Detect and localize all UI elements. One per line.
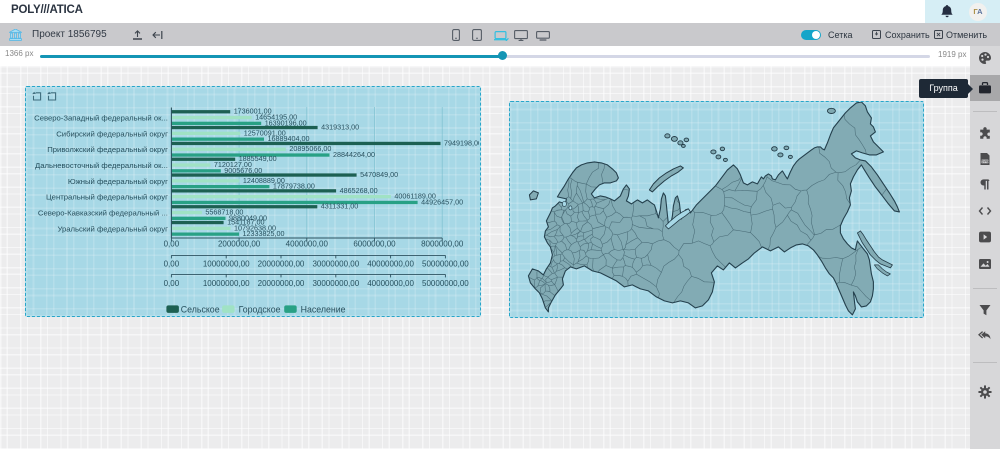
svg-text:10000000,00: 10000000,00 bbox=[203, 279, 250, 288]
svg-text:Уральский федеральный округ: Уральский федеральный округ bbox=[57, 224, 168, 233]
svg-text:12333825,00: 12333825,00 bbox=[243, 229, 285, 238]
svg-text:4319313,00: 4319313,00 bbox=[321, 123, 359, 132]
svg-text:30000000,00: 30000000,00 bbox=[312, 279, 359, 288]
svg-text:8000000,00: 8000000,00 bbox=[421, 240, 464, 249]
svg-text:Приволжский федеральный округ: Приволжский федеральный округ bbox=[47, 145, 168, 154]
svg-text:4311331,00: 4311331,00 bbox=[321, 202, 358, 211]
svg-text:2000000,00: 2000000,00 bbox=[218, 240, 261, 249]
svg-text:7949198,00: 7949198,00 bbox=[444, 138, 479, 147]
svg-text:50000000,00: 50000000,00 bbox=[422, 259, 469, 268]
svg-text:6000000,00: 6000000,00 bbox=[353, 240, 396, 249]
svg-text:Северо-Кавказский федеральный: Северо-Кавказский федеральный ... bbox=[38, 209, 168, 218]
svg-text:20000000,00: 20000000,00 bbox=[258, 259, 305, 268]
svg-text:30000000,00: 30000000,00 bbox=[312, 259, 359, 268]
svg-text:Южный федеральный округ: Южный федеральный округ bbox=[68, 177, 168, 186]
svg-text:44926457,00: 44926457,00 bbox=[421, 197, 463, 206]
svg-text:0,00: 0,00 bbox=[164, 259, 180, 268]
svg-text:28844264,00: 28844264,00 bbox=[333, 150, 375, 159]
svg-text:Центральный федеральный округ: Центральный федеральный округ bbox=[46, 193, 168, 202]
svg-text:40000000,00: 40000000,00 bbox=[367, 259, 414, 268]
svg-text:0,00: 0,00 bbox=[164, 279, 180, 288]
svg-text:Северо-Западный федеральный ок: Северо-Западный федеральный ок... bbox=[34, 114, 168, 123]
svg-text:10000000,00: 10000000,00 bbox=[203, 259, 250, 268]
svg-text:40000000,00: 40000000,00 bbox=[367, 279, 414, 288]
svg-text:4000000,00: 4000000,00 bbox=[286, 240, 329, 249]
svg-text:4865268,00: 4865268,00 bbox=[340, 186, 378, 195]
svg-text:Население: Население bbox=[301, 304, 346, 314]
svg-text:16889404,00: 16889404,00 bbox=[268, 134, 310, 143]
svg-text:50000000,00: 50000000,00 bbox=[422, 279, 469, 288]
svg-text:Сибирский федеральный округ: Сибирский федеральный округ bbox=[56, 129, 168, 138]
svg-text:20000000,00: 20000000,00 bbox=[258, 279, 305, 288]
svg-text:Сельское: Сельское bbox=[181, 304, 220, 314]
svg-text:SVG: SVG bbox=[981, 160, 989, 164]
svg-text:Городское: Городское bbox=[239, 304, 281, 314]
svg-text:Дальневосточный федеральный ок: Дальневосточный федеральный ок... bbox=[35, 161, 168, 170]
svg-text:5470849,00: 5470849,00 bbox=[360, 170, 398, 179]
svg-text:20895066,00: 20895066,00 bbox=[289, 144, 331, 153]
svg-text:0,00: 0,00 bbox=[164, 240, 180, 249]
